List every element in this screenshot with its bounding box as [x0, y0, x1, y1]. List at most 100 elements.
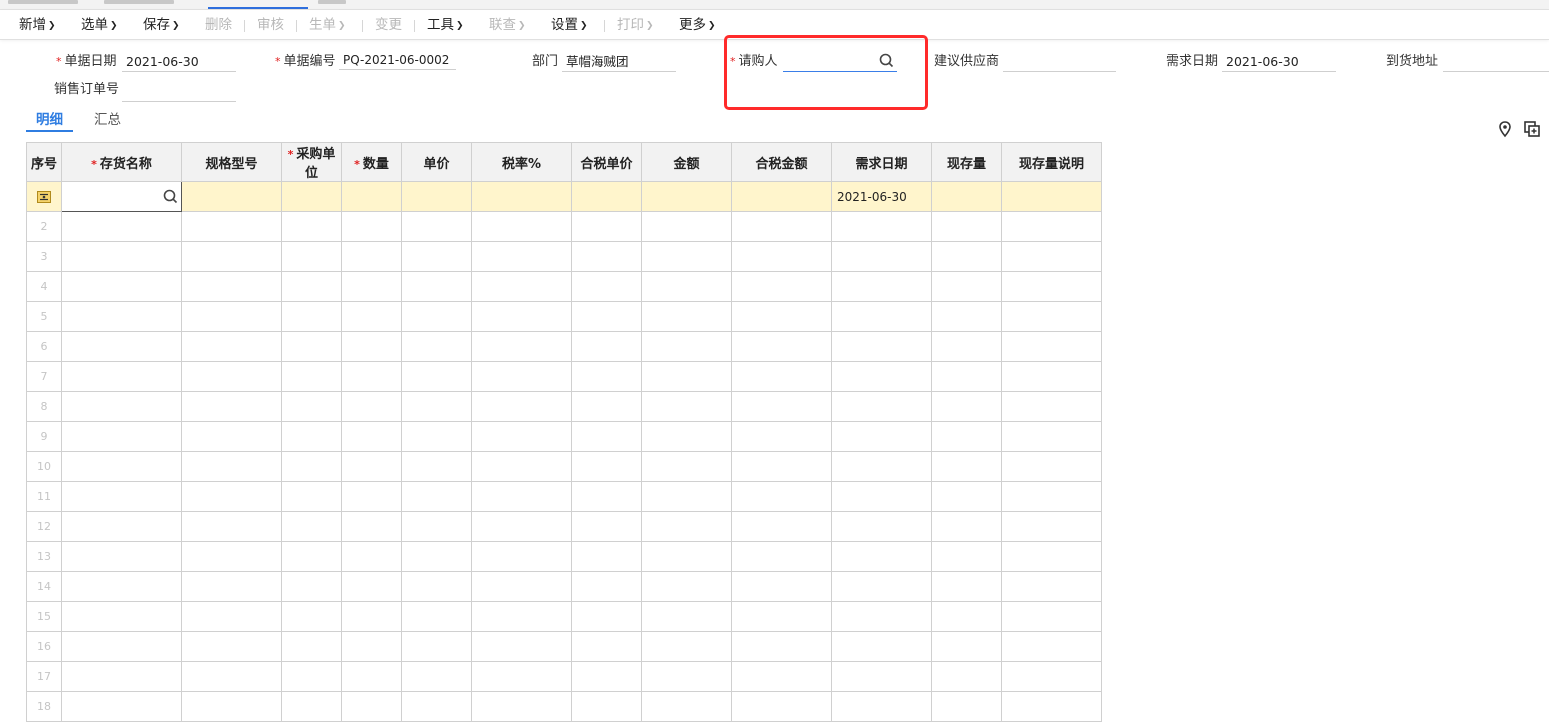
- table-row[interactable]: 8: [26, 391, 1102, 422]
- grid-cell[interactable]: [831, 301, 932, 332]
- search-icon[interactable]: [163, 189, 179, 205]
- doc-no-field[interactable]: PQ-2021-06-0002: [339, 50, 456, 70]
- grid-cell[interactable]: [571, 271, 642, 302]
- grid-cell[interactable]: [831, 661, 932, 692]
- grid-cell[interactable]: [281, 241, 342, 272]
- table-row[interactable]: 4: [26, 271, 1102, 302]
- grid-cell[interactable]: [1001, 601, 1102, 632]
- column-header[interactable]: 金额: [641, 142, 732, 182]
- grid-cell[interactable]: [281, 481, 342, 512]
- grid-cell[interactable]: [931, 511, 1002, 542]
- table-row[interactable]: 10: [26, 451, 1102, 482]
- grid-cell[interactable]: [641, 211, 732, 242]
- column-header[interactable]: 规格型号: [181, 142, 282, 182]
- grid-cell[interactable]: [831, 691, 932, 722]
- grid-cell[interactable]: [471, 331, 572, 362]
- grid-cell[interactable]: [931, 391, 1002, 422]
- grid-cell[interactable]: [931, 691, 1002, 722]
- tab-detail[interactable]: 明细: [26, 110, 73, 132]
- grid-cell[interactable]: [341, 691, 402, 722]
- grid-cell[interactable]: [1001, 211, 1102, 242]
- grid-cell[interactable]: [471, 271, 572, 302]
- table-row[interactable]: 3: [26, 241, 1102, 272]
- generate-order-button[interactable]: 生单 ❯: [309, 16, 346, 34]
- table-row[interactable]: 15: [26, 601, 1102, 632]
- grid-cell[interactable]: [61, 691, 182, 722]
- grid-cell[interactable]: [931, 541, 1002, 572]
- grid-cell[interactable]: [571, 571, 642, 602]
- grid-cell[interactable]: [731, 481, 832, 512]
- spec-cell[interactable]: [181, 181, 282, 212]
- grid-cell[interactable]: [571, 631, 642, 662]
- grid-cell[interactable]: [471, 361, 572, 392]
- grid-cell[interactable]: [61, 661, 182, 692]
- grid-cell[interactable]: [571, 481, 642, 512]
- grid-cell[interactable]: [731, 451, 832, 482]
- grid-cell[interactable]: [471, 451, 572, 482]
- grid-cell[interactable]: [401, 451, 472, 482]
- grid-cell[interactable]: [731, 571, 832, 602]
- grid-cell[interactable]: [61, 571, 182, 602]
- grid-cell[interactable]: [281, 451, 342, 482]
- grid-cell[interactable]: [471, 631, 572, 662]
- grid-cell[interactable]: [341, 241, 402, 272]
- copy-add-icon[interactable]: [1523, 120, 1541, 138]
- grid-cell[interactable]: [931, 271, 1002, 302]
- grid-cell[interactable]: [61, 451, 182, 482]
- grid-cell[interactable]: [281, 391, 342, 422]
- grid-cell[interactable]: [731, 421, 832, 452]
- tax-amount-cell[interactable]: [731, 181, 832, 212]
- grid-cell[interactable]: [341, 631, 402, 662]
- grid-cell[interactable]: [731, 661, 832, 692]
- grid-cell[interactable]: [401, 391, 472, 422]
- table-row[interactable]: 12: [26, 511, 1102, 542]
- grid-cell[interactable]: [471, 601, 572, 632]
- grid-cell[interactable]: [471, 691, 572, 722]
- grid-cell[interactable]: [641, 391, 732, 422]
- grid-cell[interactable]: [641, 631, 732, 662]
- table-row[interactable]: 9: [26, 421, 1102, 452]
- tools-button[interactable]: 工具 ❯: [427, 16, 464, 34]
- grid-cell[interactable]: [931, 661, 1002, 692]
- grid-cell[interactable]: [61, 331, 182, 362]
- grid-cell[interactable]: [471, 211, 572, 242]
- column-header[interactable]: 序号: [26, 142, 62, 182]
- column-header[interactable]: 现存量说明: [1001, 142, 1102, 182]
- column-header[interactable]: 税率%: [471, 142, 572, 182]
- column-header[interactable]: 合税单价: [571, 142, 642, 182]
- grid-cell[interactable]: [401, 511, 472, 542]
- grid-cell[interactable]: [731, 301, 832, 332]
- column-header[interactable]: * 存货名称: [61, 142, 182, 182]
- grid-cell[interactable]: [401, 661, 472, 692]
- grid-cell[interactable]: [341, 271, 402, 302]
- grid-cell[interactable]: [181, 571, 282, 602]
- select-order-button[interactable]: 选单 ❯: [81, 16, 118, 34]
- grid-cell[interactable]: [471, 421, 572, 452]
- column-header[interactable]: * 数量: [341, 142, 402, 182]
- grid-cell[interactable]: [931, 571, 1002, 602]
- grid-cell[interactable]: [641, 421, 732, 452]
- grid-cell[interactable]: [341, 361, 402, 392]
- grid-cell[interactable]: [61, 421, 182, 452]
- table-row[interactable]: 13: [26, 541, 1102, 572]
- grid-cell[interactable]: [571, 601, 642, 632]
- grid-cell[interactable]: [401, 331, 472, 362]
- grid-cell[interactable]: [471, 541, 572, 572]
- column-header[interactable]: 单价: [401, 142, 472, 182]
- table-row[interactable]: 18: [26, 691, 1102, 722]
- grid-cell[interactable]: [181, 331, 282, 362]
- grid-cell[interactable]: [281, 601, 342, 632]
- grid-cell[interactable]: [401, 691, 472, 722]
- row-edit-icon[interactable]: [37, 191, 51, 203]
- grid-cell[interactable]: [1001, 271, 1102, 302]
- location-pin-icon[interactable]: [1496, 120, 1514, 138]
- grid-cell[interactable]: [471, 481, 572, 512]
- doc-date-field[interactable]: 2021-06-30: [122, 52, 236, 72]
- grid-cell[interactable]: [571, 451, 642, 482]
- grid-cell[interactable]: [341, 541, 402, 572]
- amount-cell[interactable]: [641, 181, 732, 212]
- table-row[interactable]: 14: [26, 571, 1102, 602]
- table-row[interactable]: 11: [26, 481, 1102, 512]
- grid-cell[interactable]: [471, 511, 572, 542]
- grid-cell[interactable]: [181, 361, 282, 392]
